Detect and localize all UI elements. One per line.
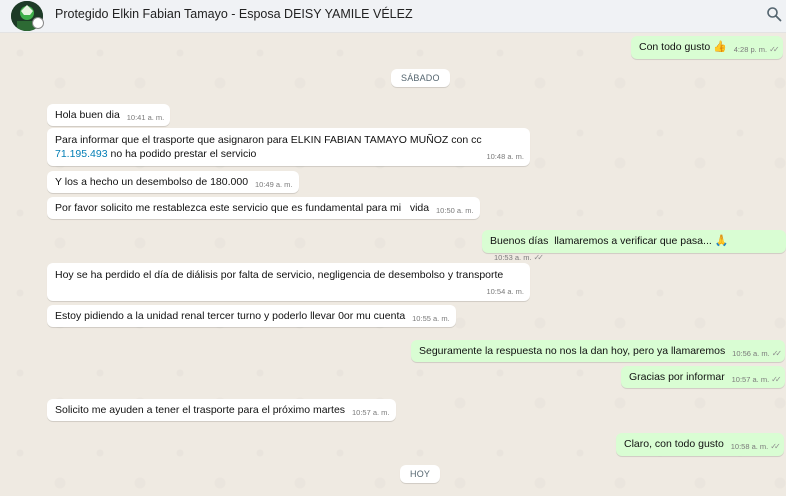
phone-link[interactable]: 71.195.493 [55,148,108,160]
read-ticks-icon: ✓✓ [771,375,782,384]
message-meta: 10:56 a. m. ✓✓ [732,347,783,361]
message-text: Claro, con todo gusto [624,438,724,450]
message-time: 10:49 a. m. [254,180,293,189]
date-divider: SÁBADO [391,69,450,87]
read-ticks-icon: ✓✓ [769,45,780,54]
status-badge [32,17,44,29]
message-time: 4:28 p. m. [733,45,768,54]
message-text: Solicito me ayuden a tener el trasporte … [55,404,346,416]
message-time: 10:50 a. m. [436,206,474,215]
message-time: 10:41 a. m. [126,113,165,122]
message-outgoing[interactable]: Seguramente la respuesta no nos la dan h… [411,340,786,362]
message-incoming[interactable]: Hoy se ha perdido el día de diálisis por… [47,263,530,301]
message-meta: 4:28 p. m. ✓✓ [733,43,780,57]
message-text: Con todo gusto [639,41,711,53]
message-list[interactable]: Con todo gusto 👍 4:28 p. m. ✓✓ SÁBADO Hol… [0,33,786,496]
message-incoming[interactable]: Estoy pidiendo a la unidad renal tercer … [47,305,456,327]
message-time: 10:55 a. m. [412,314,450,323]
message-incoming[interactable]: Por favor solicito me restablezca este s… [47,197,480,219]
message-text: Gracias por informar [629,371,725,383]
message-time: 10:53 a. m. [494,253,532,262]
message-line: no ha podido prestar el servicio [107,148,257,160]
praying-hands-icon: 🙏 [714,235,729,247]
message-time: 10:48 a. m. [486,152,524,161]
read-ticks-icon: ✓✓ [770,442,781,451]
message-line: Para informar que el trasporte que asign… [55,134,482,146]
message-incoming[interactable]: Para informar que el trasporte que asign… [47,128,530,166]
message-text: Estoy pidiendo a la unidad renal tercer … [55,310,406,322]
message-time: 10:56 a. m. [732,349,770,358]
message-outgoing[interactable]: Claro, con todo gusto 10:58 a. m. ✓✓ [616,433,784,456]
chat-title[interactable]: Protegido Elkin Fabian Tamayo - Esposa D… [55,7,413,21]
date-divider: HOY [400,465,441,483]
message-text: Buenos días llamaremos a verificar que p… [490,235,712,247]
message-incoming[interactable]: Hola buen dia 10:41 a. m. [47,104,171,126]
read-ticks-icon: ✓✓ [771,349,783,358]
thumbs-up-icon: 👍 [713,41,727,53]
message-text: Por favor solicito me restablezca este s… [55,202,430,214]
message-incoming[interactable]: Y los a hecho un desembolso de 180.000 1… [47,171,299,193]
search-icon[interactable] [766,6,782,22]
message-incoming[interactable]: Solicito me ayuden a tener el trasporte … [47,399,396,421]
chat-header: Protegido Elkin Fabian Tamayo - Esposa D… [0,0,786,33]
message-time: 10:58 a. m. [730,442,769,451]
message-text: Para informar que el trasporte que asign… [55,133,524,161]
message-time: 10:57 a. m. [351,408,390,417]
message-text: Y los a hecho un desembolso de 180.000 [55,176,249,188]
message-time: 10:57 a. m. [731,375,770,384]
message-meta: 10:57 a. m. ✓✓ [731,373,782,387]
message-meta: 10:58 a. m. ✓✓ [730,440,781,454]
read-ticks-icon: ✓✓ [533,253,545,262]
message-text: Hola buen dia [55,109,120,121]
message-outgoing[interactable]: Con todo gusto 👍 4:28 p. m. ✓✓ [631,36,783,59]
message-text: Seguramente la respuesta no nos la dan h… [419,345,726,357]
message-outgoing[interactable]: Gracias por informar 10:57 a. m. ✓✓ [621,366,785,388]
message-text: Hoy se ha perdido el día de diálisis por… [55,269,504,281]
message-time: 10:54 a. m. [486,287,524,296]
message-outgoing[interactable]: Buenos días llamaremos a verificar que p… [482,230,786,262]
